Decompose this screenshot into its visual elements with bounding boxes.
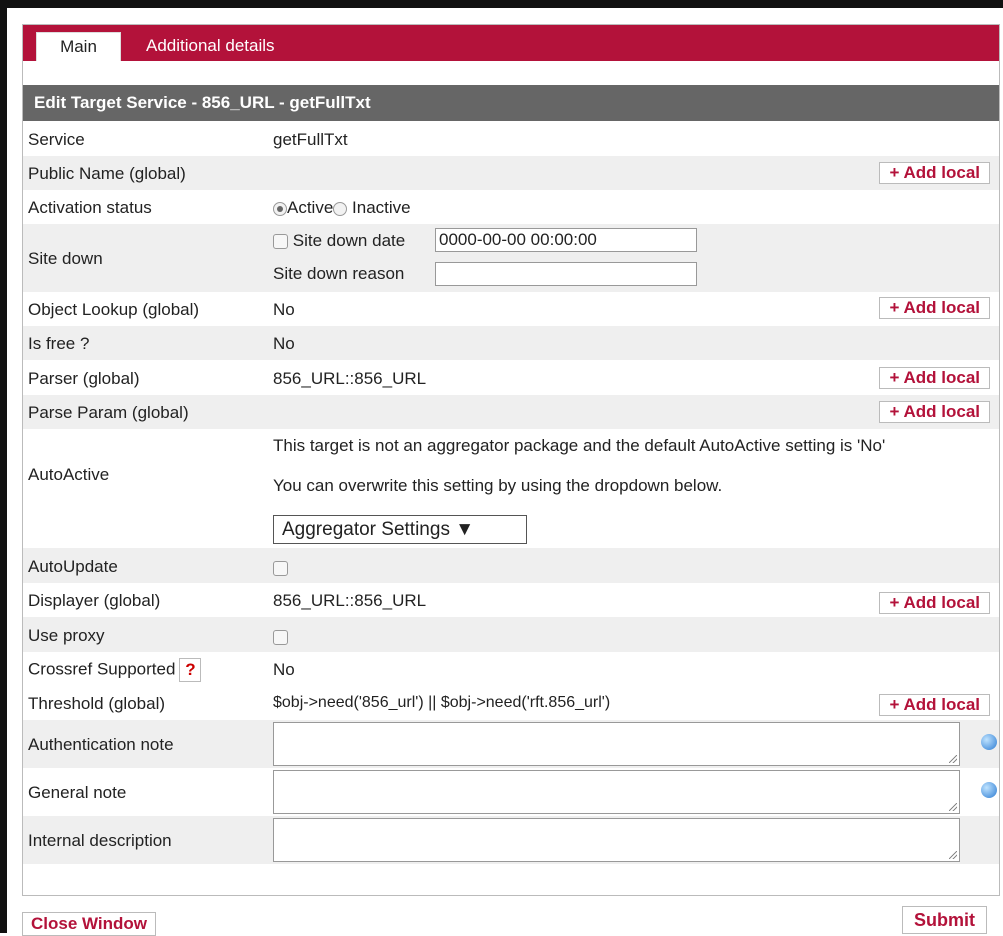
row-activation-status: Activation status Active Inactive (23, 190, 999, 224)
internal-description-textarea[interactable] (273, 818, 960, 862)
autoupdate-checkbox-wrap (273, 558, 288, 578)
crossref-label-group: Crossref Supported? (28, 658, 202, 682)
displayer-add-local-button[interactable]: + Add local (879, 592, 990, 614)
threshold-value: $obj->need('856_url') || $obj->need('rft… (273, 694, 611, 711)
is-free-value: No (273, 334, 295, 353)
row-threshold: Threshold (global) $obj->need('856_url')… (23, 686, 999, 720)
site-down-label: Site down (28, 249, 103, 268)
inactive-radio-label: Inactive (352, 198, 411, 217)
general-note-textarea[interactable] (273, 770, 960, 814)
site-down-reason-input[interactable] (435, 262, 697, 286)
object-lookup-add-local-button[interactable]: + Add local (879, 297, 990, 319)
globe-icon[interactable] (981, 734, 997, 750)
parse-param-add-local-button[interactable]: + Add local (879, 401, 990, 423)
site-down-date-group: Site down date (273, 231, 405, 251)
authentication-note-textarea[interactable] (273, 722, 960, 766)
row-general-note: General note (23, 768, 999, 816)
row-site-down: Site down Site down date Site down reaso… (23, 224, 999, 292)
page-title: Edit Target Service - 856_URL - getFullT… (23, 85, 999, 121)
displayer-label: Displayer (global) (28, 591, 161, 610)
globe-icon[interactable] (981, 782, 997, 798)
row-service: Service getFullTxt (23, 121, 999, 156)
autoactive-label: AutoActive (28, 465, 110, 484)
submit-button[interactable]: Submit (902, 906, 987, 934)
use-proxy-checkbox-wrap (273, 627, 288, 647)
row-use-proxy: Use proxy (23, 617, 999, 652)
authentication-note-label: Authentication note (28, 735, 174, 754)
object-lookup-label: Object Lookup (global) (28, 300, 200, 319)
close-window-button[interactable]: Close Window (22, 912, 157, 936)
row-public-name: Public Name (global) + Add local (23, 156, 999, 190)
parser-add-local-button[interactable]: + Add local (879, 367, 990, 389)
row-is-free: Is free ? No (23, 326, 999, 360)
public-name-label: Public Name (global) (28, 164, 186, 183)
site-down-checkbox[interactable] (273, 234, 288, 250)
activation-status-label: Activation status (28, 198, 152, 217)
inactive-radio[interactable] (333, 201, 348, 216)
displayer-value: 856_URL::856_URL (273, 591, 427, 610)
active-radio-label: Active (287, 198, 334, 217)
site-down-date-input[interactable] (435, 228, 697, 252)
service-label: Service (28, 130, 85, 149)
row-autoupdate: AutoUpdate (23, 548, 999, 583)
active-radio[interactable] (273, 201, 287, 216)
help-icon[interactable]: ? (179, 658, 202, 682)
threshold-add-local-button[interactable]: + Add local (879, 694, 990, 716)
general-note-label: General note (28, 783, 127, 802)
edit-panel: Main Additional details Edit Target Serv… (22, 24, 1000, 896)
site-down-date-label: Site down date (292, 231, 406, 250)
autoupdate-label: AutoUpdate (28, 557, 118, 576)
parse-param-label: Parse Param (global) (28, 403, 189, 422)
threshold-label: Threshold (global) (28, 694, 166, 713)
row-parser: Parser (global) 856_URL::856_URL + Add l… (23, 360, 999, 395)
crossref-value: No (273, 660, 295, 679)
public-name-add-local-button[interactable]: + Add local (879, 162, 990, 184)
tab-additional-details[interactable]: Additional details (146, 32, 275, 61)
row-crossref: Crossref Supported? No (23, 652, 999, 686)
crossref-label: Crossref Supported (28, 659, 176, 679)
tab-main[interactable]: Main (36, 32, 121, 61)
use-proxy-checkbox[interactable] (273, 630, 288, 646)
row-internal-description: Internal description (23, 816, 999, 864)
autoupdate-checkbox[interactable] (273, 561, 288, 577)
autoactive-info-line1: This target is not an aggregator package… (273, 436, 886, 455)
autoactive-info-line2: You can overwrite this setting by using … (273, 476, 723, 495)
row-parse-param: Parse Param (global) + Add local (23, 395, 999, 429)
row-object-lookup: Object Lookup (global) No + Add local (23, 292, 999, 326)
is-free-label: Is free ? (28, 334, 90, 353)
row-authentication-note: Authentication note (23, 720, 999, 768)
tab-bar: Main Additional details (23, 25, 999, 61)
service-value: getFullTxt (273, 130, 348, 149)
site-down-reason-label: Site down reason (273, 264, 405, 283)
aggregator-settings-dropdown[interactable]: Aggregator Settings ▼ (273, 515, 527, 544)
parser-value: 856_URL::856_URL (273, 369, 427, 388)
parser-label: Parser (global) (28, 369, 140, 388)
internal-description-label: Internal description (28, 831, 172, 850)
object-lookup-value: No (273, 300, 295, 319)
activation-radio-group: Active Inactive (273, 198, 411, 218)
use-proxy-label: Use proxy (28, 626, 105, 645)
row-displayer: Displayer (global) 856_URL::856_URL + Ad… (23, 583, 999, 617)
